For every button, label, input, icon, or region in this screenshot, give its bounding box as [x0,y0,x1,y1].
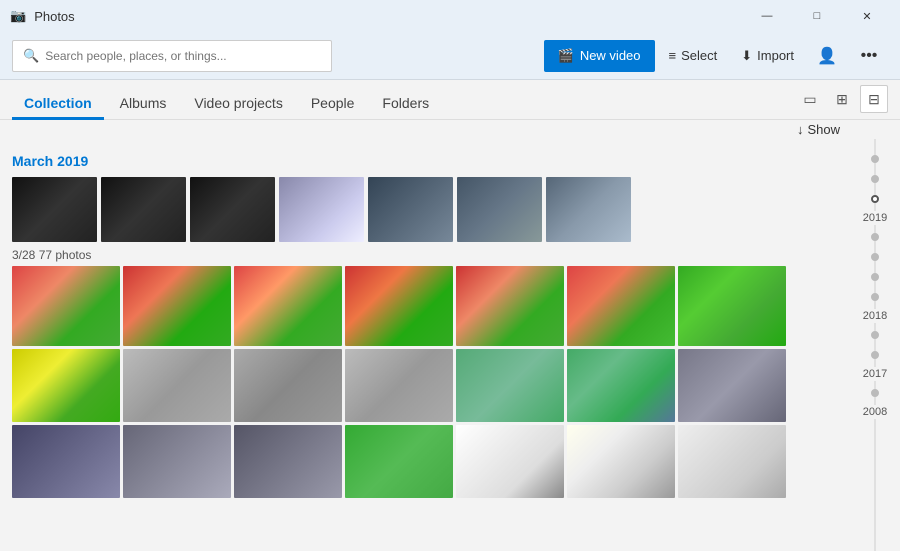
view-single-button[interactable]: ▭ [796,85,824,113]
maximize-button[interactable]: □ [794,0,840,32]
timeline-year-2008[interactable]: 2008 [861,405,889,419]
photo-thumb[interactable] [12,266,120,346]
toolbar: 🔍 🎬 New video ≡ Select ⬇ Import 👤 ••• [0,32,900,80]
photo-thumb[interactable] [279,177,364,242]
photo-thumb[interactable] [345,425,453,498]
section-date: March 2019 [12,153,800,169]
timeline-year-2017[interactable]: 2017 [861,367,889,381]
photo-thumb[interactable] [368,177,453,242]
photo-row-mixed [12,349,800,422]
row-label: 3/28 77 photos [12,248,800,262]
tab-video-projects[interactable]: Video projects [182,89,294,120]
show-button[interactable]: ↓ Show [797,122,840,137]
show-bar: ↓ Show [0,120,900,139]
select-button[interactable]: ≡ Select [659,40,728,72]
photo-thumb[interactable] [678,425,786,498]
show-arrow-icon: ↓ [797,122,804,137]
timeline-year-2018[interactable]: 2018 [861,309,889,323]
title-bar-controls: — □ ✕ [744,0,890,32]
photo-thumb[interactable] [234,425,342,498]
photo-thumb[interactable] [12,177,97,242]
timeline-dot-top[interactable] [871,155,879,163]
top-row-march [12,177,800,242]
tab-collection[interactable]: Collection [12,89,104,120]
timeline-dot-2[interactable] [871,175,879,183]
photo-thumb[interactable] [678,349,786,422]
photo-thumb[interactable] [234,349,342,422]
show-label: Show [807,122,840,137]
timeline-dot-6[interactable] [871,293,879,301]
tab-albums[interactable]: Albums [108,89,179,120]
photo-thumb[interactable] [567,266,675,346]
photo-thumb[interactable] [123,349,231,422]
search-box[interactable]: 🔍 [12,40,332,72]
title-bar: 📷 Photos — □ ✕ [0,0,900,32]
toolbar-right: 🎬 New video ≡ Select ⬇ Import 👤 ••• [544,40,888,72]
timeline: 2019 2018 2017 2008 [850,139,900,551]
photo-thumb[interactable] [101,177,186,242]
photo-thumb[interactable] [456,425,564,498]
new-video-label: New video [580,48,641,63]
search-icon: 🔍 [23,48,39,64]
photo-thumb[interactable] [457,177,542,242]
nav-tabs: Collection Albums Video projects People … [0,80,900,120]
photo-row-2018 [12,425,800,498]
view-grid3-button[interactable]: ⊟ [860,85,888,113]
photo-thumb[interactable] [234,266,342,346]
timeline-dot-8[interactable] [871,351,879,359]
video-icon: 🎬 [558,48,574,64]
select-label: Select [681,48,717,63]
nav-right: ▭ ⊞ ⊟ [796,85,888,119]
main-content: March 2019 3/28 77 photos [0,139,900,551]
timeline-dot-active[interactable] [871,195,879,203]
photo-thumb[interactable] [345,349,453,422]
minimize-button[interactable]: — [744,0,790,32]
close-button[interactable]: ✕ [844,0,890,32]
app-icon: 📷 [10,8,26,24]
user-icon-button[interactable]: 👤 [808,40,846,72]
photo-thumb[interactable] [678,266,786,346]
photo-thumb[interactable] [345,266,453,346]
select-icon: ≡ [669,48,677,63]
nav-left: Collection Albums Video projects People … [12,89,441,119]
tab-people[interactable]: People [299,89,367,120]
photo-thumb[interactable] [546,177,631,242]
more-button[interactable]: ••• [850,40,888,72]
photo-thumb[interactable] [12,425,120,498]
photo-area: March 2019 3/28 77 photos [0,139,850,551]
import-label: Import [757,48,794,63]
photo-thumb[interactable] [123,266,231,346]
app-title: Photos [34,9,74,24]
search-input[interactable] [45,49,321,63]
photo-thumb[interactable] [123,425,231,498]
new-video-button[interactable]: 🎬 New video [544,40,655,72]
import-button[interactable]: ⬇ Import [731,40,804,72]
timeline-dot-5[interactable] [871,273,879,281]
photo-thumb[interactable] [456,266,564,346]
timeline-dot-9[interactable] [871,389,879,397]
tab-folders[interactable]: Folders [370,89,441,120]
photo-row-flowers1 [12,266,800,346]
title-bar-left: 📷 Photos [10,8,75,24]
timeline-dot-4[interactable] [871,253,879,261]
photo-thumb[interactable] [456,349,564,422]
timeline-dot-7[interactable] [871,331,879,339]
timeline-dot-3[interactable] [871,233,879,241]
photo-thumb[interactable] [567,425,675,498]
import-icon: ⬇ [741,48,752,64]
view-grid2-button[interactable]: ⊞ [828,85,856,113]
photo-thumb[interactable] [12,349,120,422]
photo-thumb[interactable] [190,177,275,242]
timeline-year-2019[interactable]: 2019 [861,211,889,225]
photo-thumb[interactable] [567,349,675,422]
